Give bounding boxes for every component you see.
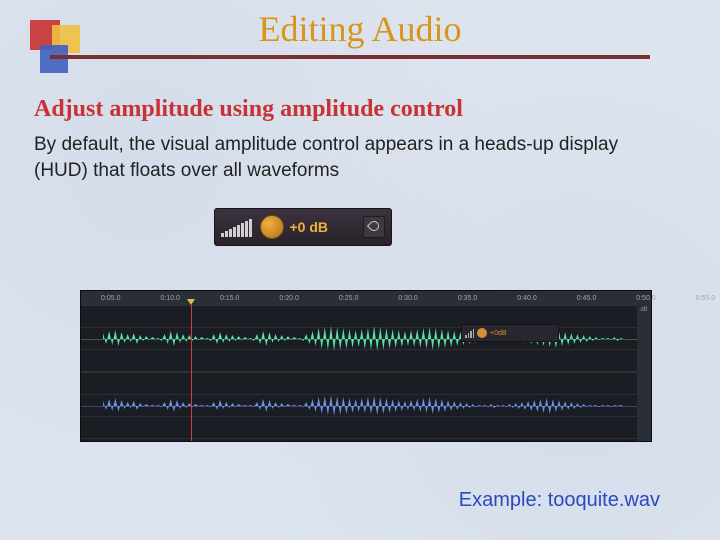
amplitude-value: +0 dB: [290, 219, 364, 235]
body-text: By default, the visual amplitude control…: [34, 132, 674, 183]
mini-amplitude-hud: +0dB: [461, 324, 559, 342]
title-underline: [50, 55, 650, 59]
section-heading: Adjust amplitude using amplitude control: [34, 96, 463, 123]
pin-icon: [363, 216, 385, 238]
waveform-track-2: [81, 372, 651, 439]
volume-bars-icon: [221, 217, 252, 237]
timeline-ruler: 0:05.00:10.0 0:15.00:20.0 0:25.00:30.0 0…: [81, 291, 651, 305]
playhead: [191, 305, 192, 441]
slide-title: Editing Audio: [0, 8, 720, 50]
example-label: Example: tooquite.wav: [459, 489, 660, 512]
waveform-track-1: +0dB: [81, 305, 651, 372]
waveform-2: [103, 383, 637, 429]
db-scale: dB: [637, 305, 651, 441]
waveform-panel: 0:05.00:10.0 0:15.00:20.0 0:25.00:30.0 0…: [80, 290, 652, 442]
amplitude-hud: +0 dB: [214, 208, 392, 246]
amplitude-knob-icon: [260, 215, 284, 239]
